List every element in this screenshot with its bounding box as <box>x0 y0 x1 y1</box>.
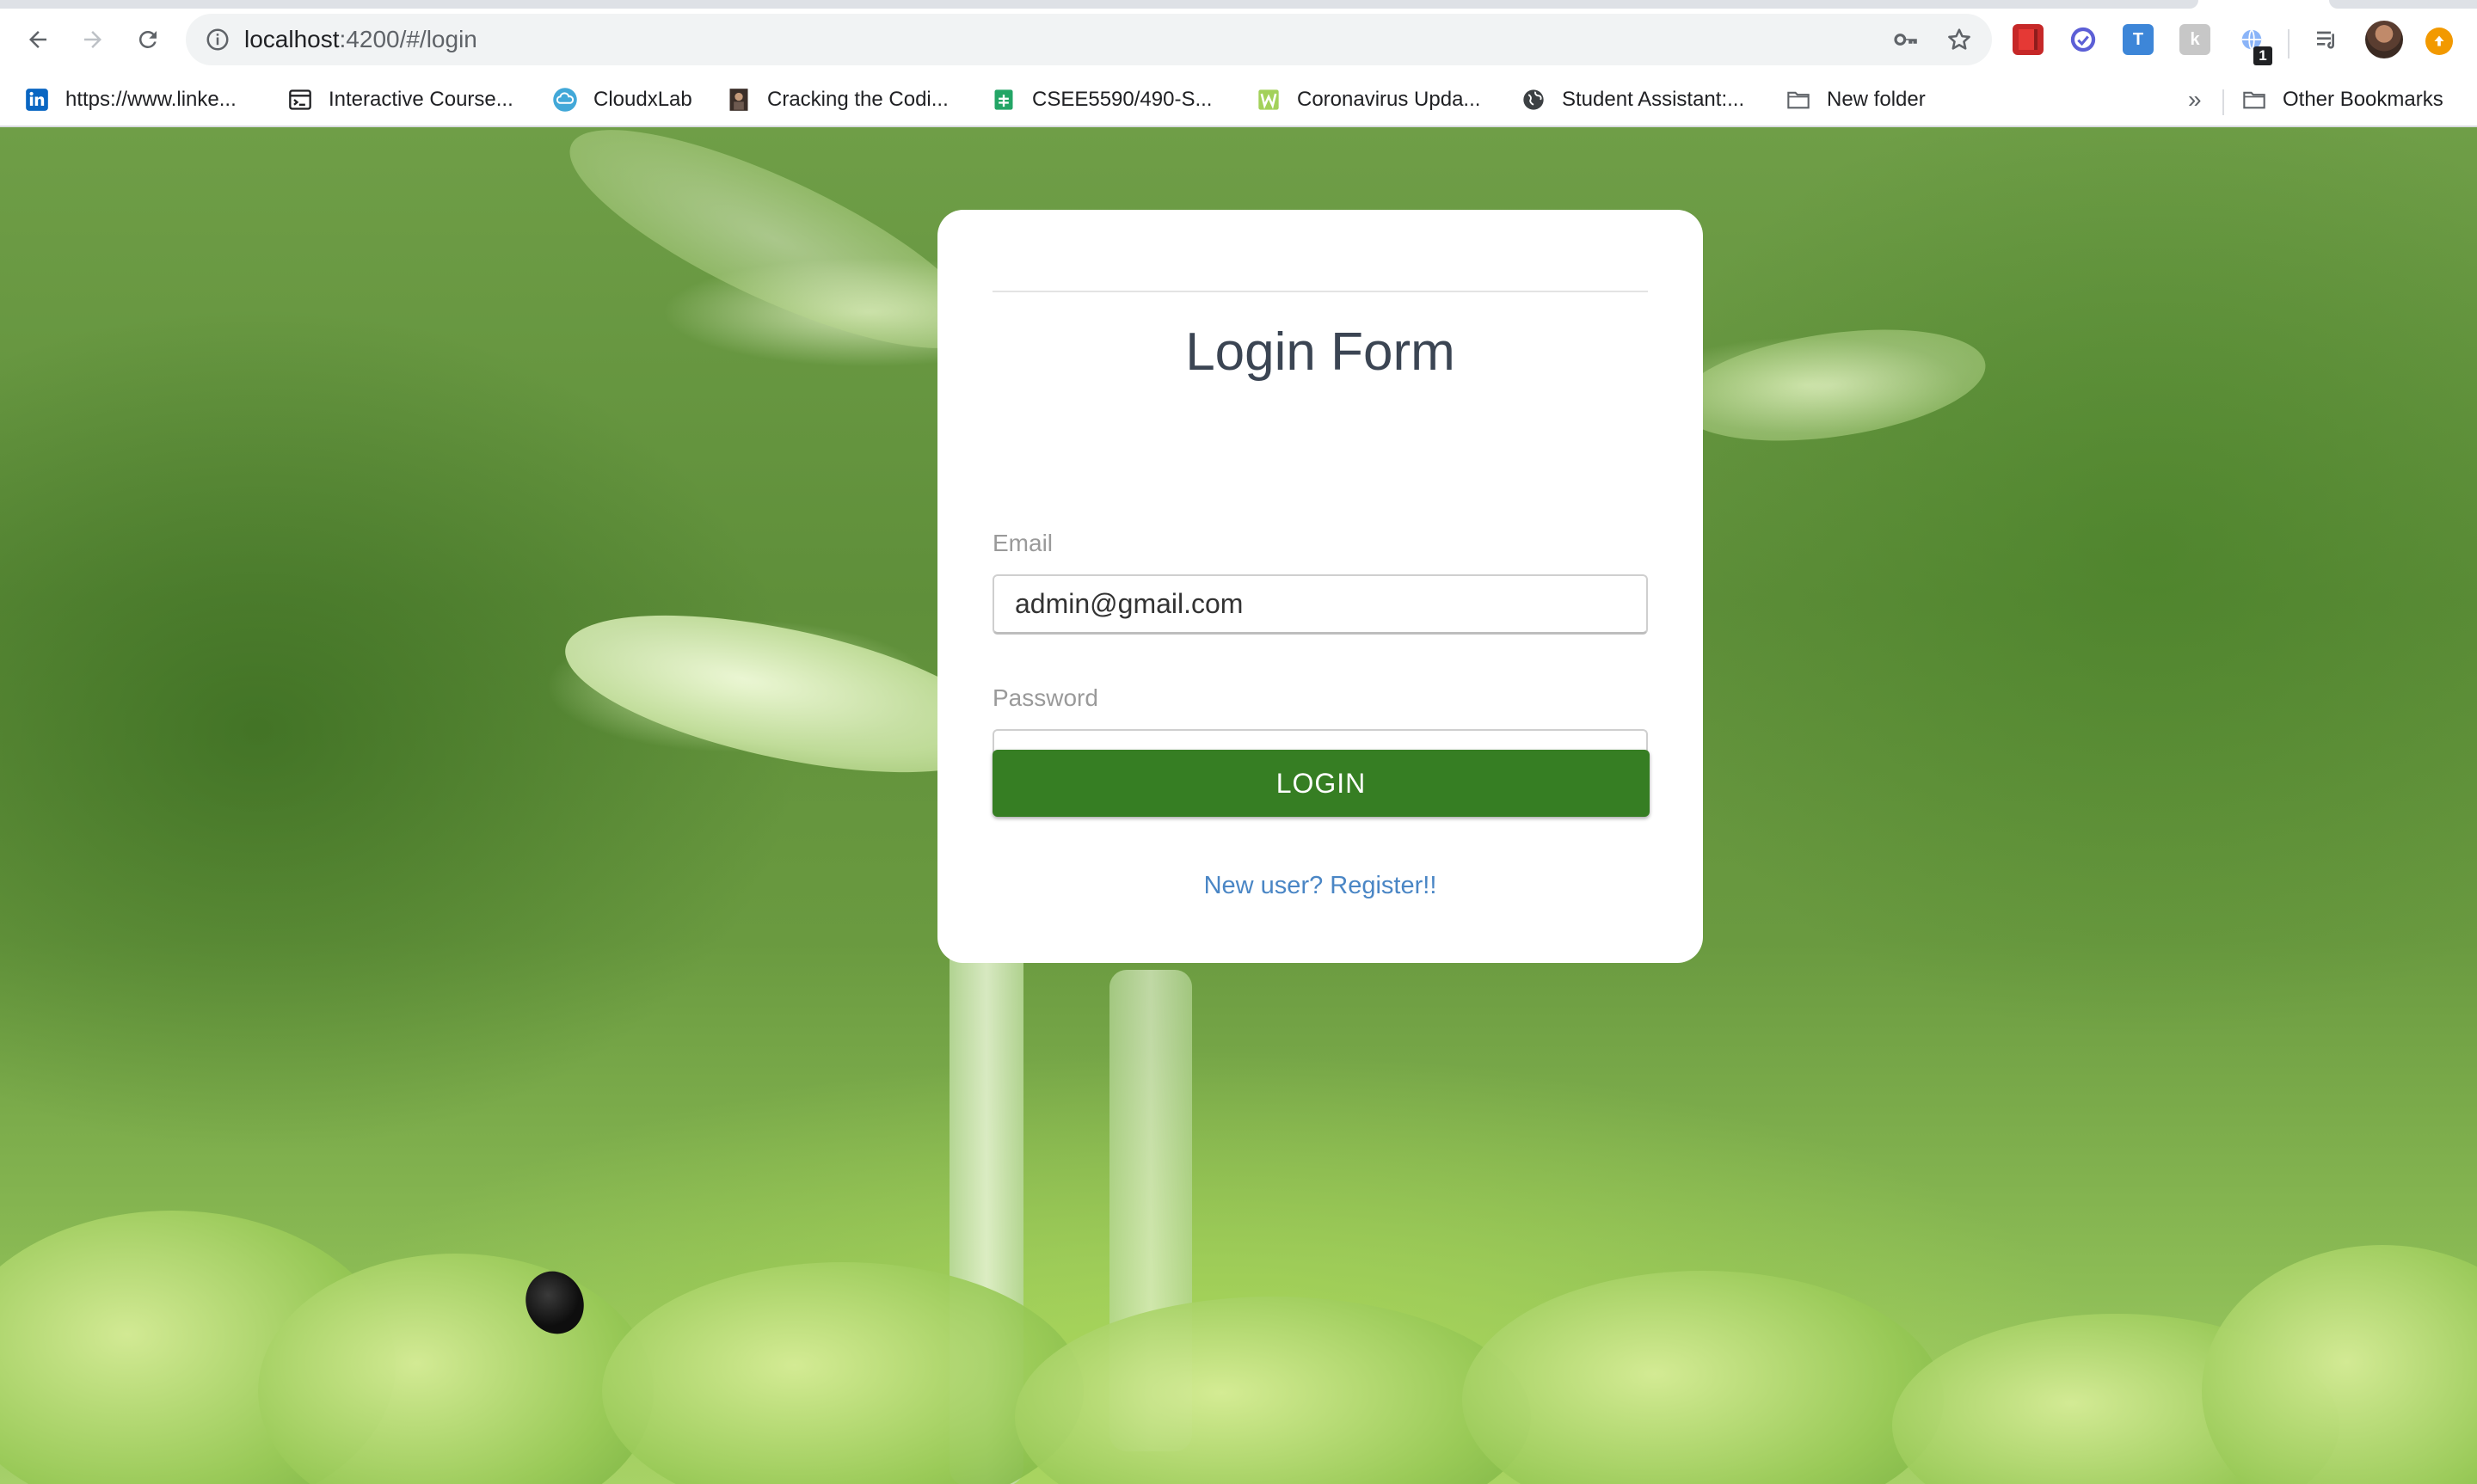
bookmarks-separator <box>2222 89 2224 115</box>
book-cover-icon <box>726 87 752 113</box>
sheets-icon <box>991 87 1017 113</box>
bookmark-cloudxlab[interactable]: CloudxLab <box>552 83 692 117</box>
extension-check-icon[interactable] <box>2068 24 2099 55</box>
page-background: Login Form Email Password LOGIN New user… <box>0 127 2477 1484</box>
bookmark-label: Cracking the Codi... <box>767 88 949 111</box>
bookmark-label: CSEE5590/490-S... <box>1032 88 1213 111</box>
extension-translate-icon[interactable]: T <box>2123 24 2154 55</box>
back-button[interactable] <box>17 19 58 60</box>
bookmark-student-assistant[interactable]: Student Assistant:... <box>1521 83 1744 117</box>
folder-icon <box>2241 87 2267 113</box>
password-label: Password <box>993 684 1098 711</box>
bookmark-label: CloudxLab <box>593 88 692 111</box>
bookmark-cracking-the-coding[interactable]: Cracking the Codi... <box>726 83 949 117</box>
email-field[interactable] <box>993 574 1648 635</box>
url-path: :4200/#/login <box>339 26 477 52</box>
cloud-icon <box>552 87 578 113</box>
arrow-right-icon <box>84 31 101 48</box>
login-card: Login Form Email Password LOGIN New user… <box>937 210 1703 963</box>
bookmark-coronavirus-update[interactable]: Coronavirus Upda... <box>1256 83 1480 117</box>
linkedin-icon <box>24 87 50 113</box>
login-button[interactable]: LOGIN <box>993 750 1650 817</box>
arrow-left-icon <box>29 31 46 48</box>
tab-strip-end <box>2329 0 2477 9</box>
reload-button[interactable] <box>127 19 169 60</box>
bookmark-csee5590[interactable]: CSEE5590/490-S... <box>991 83 1212 117</box>
address-bar[interactable]: localhost:4200/#/login <box>186 14 1992 65</box>
bookmarks-bar: https://www.linke... Interactive Course.… <box>0 77 2477 124</box>
folder-icon <box>1786 87 1811 113</box>
browser-chrome: localhost:4200/#/login T k 1 https://www… <box>0 0 2477 127</box>
other-bookmarks[interactable]: Other Bookmarks <box>2241 83 2443 117</box>
reading-list-icon[interactable] <box>2312 24 2343 55</box>
bookmark-linkedin[interactable]: https://www.linke... <box>24 83 237 117</box>
forward-button[interactable] <box>72 19 114 60</box>
profile-avatar[interactable] <box>2365 21 2403 58</box>
foreground-leaf <box>2202 1245 2477 1484</box>
sprout-leaf <box>1671 312 1993 458</box>
bookmark-new-folder[interactable]: New folder <box>1786 83 1926 117</box>
bookmark-label: https://www.linke... <box>65 88 237 111</box>
star-icon[interactable] <box>1945 26 1973 53</box>
bookmarks-overflow-button[interactable]: » <box>2188 83 2202 117</box>
update-arrow-icon[interactable] <box>2425 28 2453 55</box>
foreground-leaf <box>1462 1271 1944 1484</box>
browser-toolbar: localhost:4200/#/login T k 1 <box>0 9 2477 71</box>
bookmark-label: Coronavirus Upda... <box>1297 88 1481 111</box>
reload-icon <box>138 30 157 48</box>
bookmark-label: New folder <box>1827 88 1926 111</box>
extension-grey-icon[interactable]: k <box>2179 24 2210 55</box>
extension-red-book-icon[interactable] <box>2013 24 2044 55</box>
key-icon[interactable] <box>1892 26 1920 53</box>
card-divider <box>993 291 1648 292</box>
bookmark-label: Interactive Course... <box>329 88 513 111</box>
toolbar-separator <box>2288 29 2290 58</box>
url-host: localhost <box>244 26 340 52</box>
url-text: localhost:4200/#/login <box>244 26 477 53</box>
bookmark-label: Student Assistant:... <box>1562 88 1745 111</box>
bookmark-interactive-course[interactable]: Interactive Course... <box>287 83 513 117</box>
globe-icon <box>1521 87 1546 113</box>
register-link[interactable]: New user? Register!! <box>993 872 1648 900</box>
terminal-icon <box>287 87 313 113</box>
foreground-leaf <box>1015 1297 1531 1484</box>
sprout-leaf <box>545 127 1003 389</box>
tab-strip <box>0 0 2198 9</box>
info-icon[interactable] <box>205 27 230 52</box>
w-logo-icon <box>1256 87 1282 113</box>
page-title: Login Form <box>1185 322 1455 382</box>
other-bookmarks-label: Other Bookmarks <box>2283 88 2443 111</box>
email-label: Email <box>993 530 1054 556</box>
extension-badge: 1 <box>2253 46 2272 65</box>
